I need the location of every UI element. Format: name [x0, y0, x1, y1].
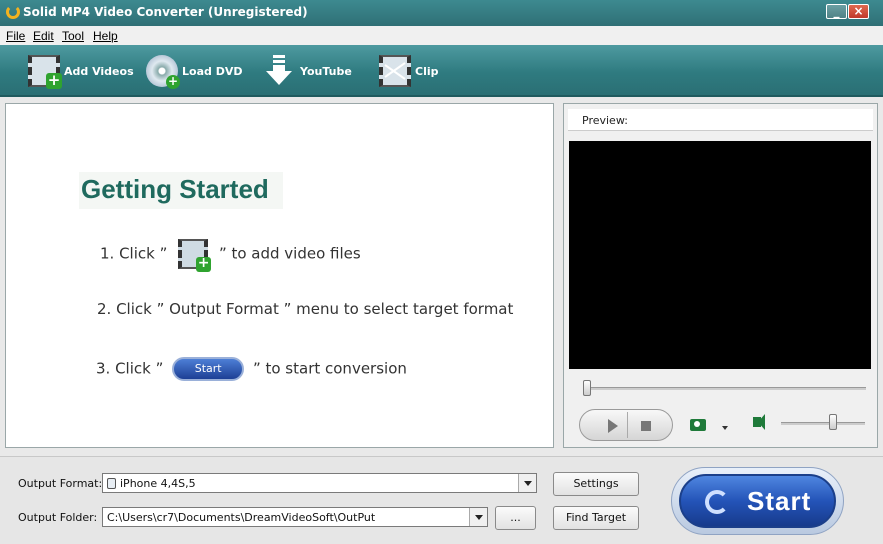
play-icon[interactable] [608, 419, 618, 433]
start-button-frame: Start [671, 467, 844, 535]
find-target-button[interactable]: Find Target [553, 506, 639, 530]
seek-bar[interactable] [584, 387, 866, 390]
output-folder-input[interactable]: C:\Users\cr7\Documents\DreamVideoSoft\Ou… [102, 507, 488, 527]
toolbar: + Add Videos + Load DVD YouTube Clip [0, 45, 883, 97]
step-1-prefix: 1. Click ” [100, 244, 168, 263]
add-videos-label: Add Videos [64, 64, 134, 78]
chevron-down-icon[interactable] [722, 426, 728, 430]
step-3-suffix: ” to start conversion [252, 359, 407, 378]
volume-slider[interactable] [781, 422, 865, 425]
step-3: 3. Click ” Start ” to start conversion [96, 357, 407, 381]
preview-label: Preview: [568, 109, 873, 131]
start-button-label: Start [747, 486, 812, 516]
output-folder-value: C:\Users\cr7\Documents\DreamVideoSoft\Ou… [107, 511, 376, 524]
add-videos-button[interactable]: + Add Videos [28, 53, 134, 89]
step-1-suffix: ” to add video files [218, 244, 361, 263]
step-1: 1. Click ” + ” to add video files [100, 239, 361, 272]
seek-handle[interactable] [583, 380, 591, 396]
chevron-down-icon[interactable] [518, 474, 536, 492]
menu-help[interactable]: Help [93, 29, 118, 43]
download-arrow-icon [264, 55, 296, 87]
output-format-label: Output Format: [18, 477, 103, 490]
getting-started-panel: Getting Started 1. Click ” + ” to add vi… [5, 103, 554, 448]
phone-icon [107, 478, 116, 489]
menu-bar: File Edit Tool Help [0, 26, 883, 45]
snapshot-camera-icon[interactable] [690, 419, 706, 431]
menu-edit[interactable]: Edit [33, 29, 54, 43]
playback-controls [579, 409, 673, 441]
start-icon: Start [172, 357, 245, 381]
menu-tool[interactable]: Tool [62, 29, 84, 43]
window-title: Solid MP4 Video Converter (Unregistered) [23, 5, 308, 19]
youtube-label: YouTube [300, 64, 352, 78]
step-3-prefix: 3. Click ” [96, 359, 164, 378]
getting-started-title: Getting Started [79, 172, 283, 209]
volume-handle[interactable] [829, 414, 837, 430]
refresh-icon [705, 490, 729, 514]
output-folder-label: Output Folder: [18, 511, 98, 524]
output-format-value: iPhone 4,4S,5 [120, 477, 196, 490]
clip-film-icon [379, 55, 411, 87]
start-button[interactable]: Start [679, 474, 836, 528]
dvd-add-icon: + [146, 55, 180, 89]
clip-button[interactable]: Clip [379, 53, 439, 89]
control-divider [627, 412, 628, 438]
youtube-button[interactable]: YouTube [264, 53, 352, 89]
settings-button[interactable]: Settings [553, 472, 639, 496]
stop-icon[interactable] [641, 421, 651, 431]
menu-file[interactable]: File [6, 29, 25, 43]
preview-panel: Preview: [563, 103, 878, 448]
output-format-select[interactable]: iPhone 4,4S,5 [102, 473, 537, 493]
app-icon [6, 5, 20, 19]
load-dvd-button[interactable]: + Load DVD [146, 53, 242, 89]
browse-button[interactable]: ... [495, 506, 536, 530]
film-add-icon: + [28, 55, 62, 89]
video-screen [569, 141, 871, 369]
add-video-icon: + [178, 239, 212, 272]
volume-icon[interactable] [753, 414, 765, 430]
load-dvd-label: Load DVD [182, 64, 243, 78]
step-2: 2. Click ” Output Format ” menu to selec… [97, 300, 514, 318]
clip-label: Clip [415, 64, 439, 78]
chevron-down-icon[interactable] [469, 508, 487, 526]
title-bar: Solid MP4 Video Converter (Unregistered)… [0, 0, 883, 26]
minimize-button[interactable]: _ [826, 4, 847, 19]
close-button[interactable]: × [848, 4, 869, 19]
